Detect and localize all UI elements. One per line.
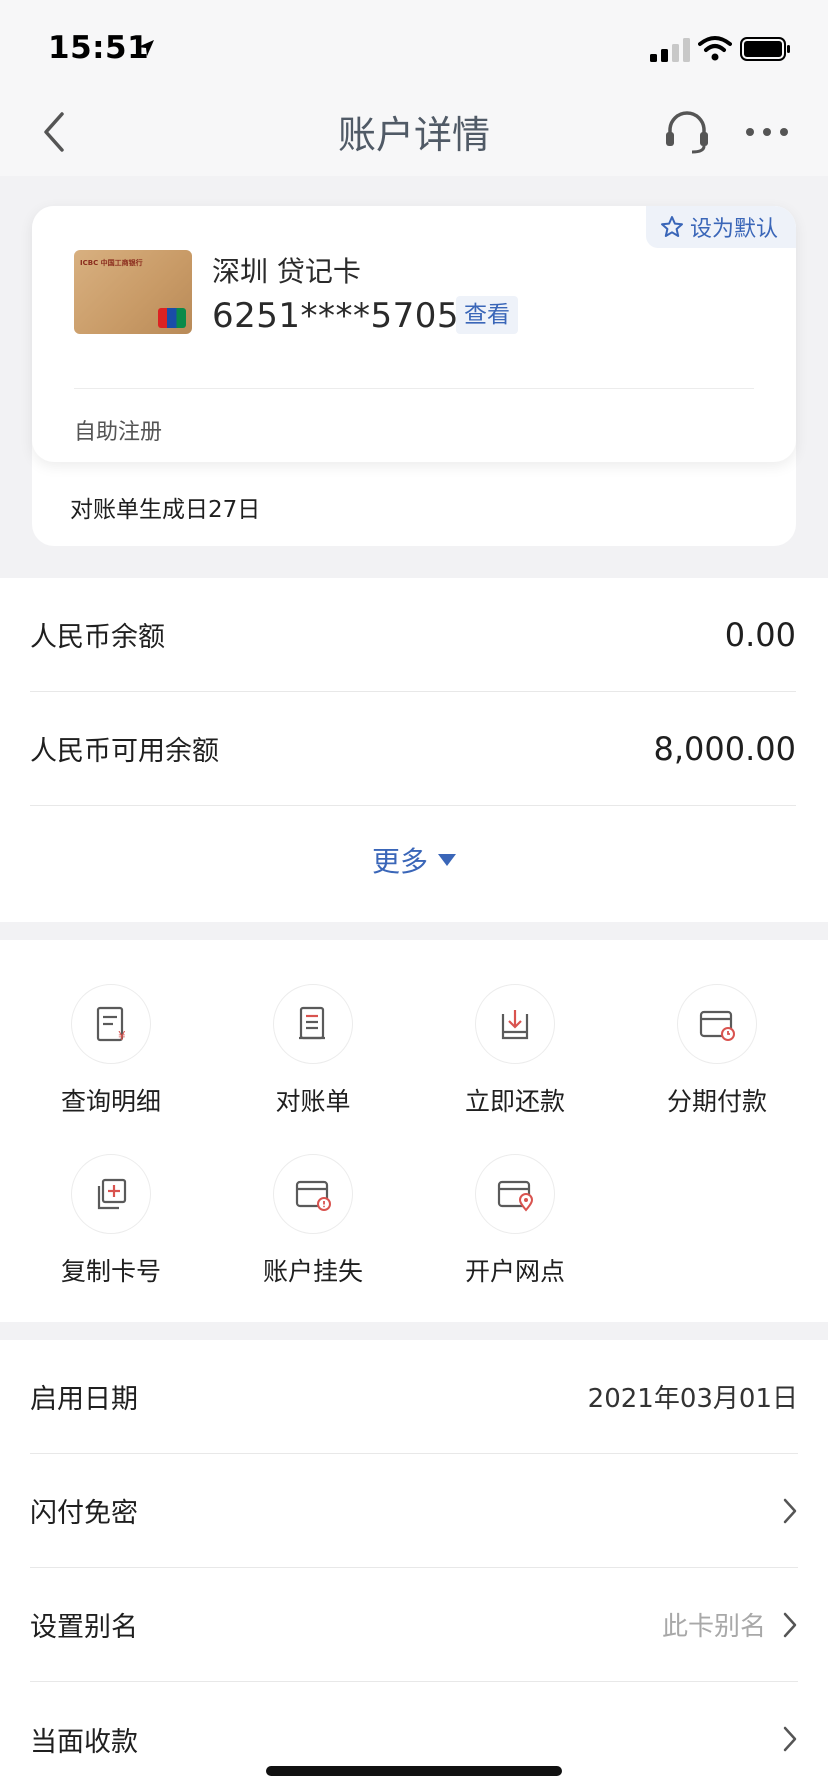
chevron-right-icon (783, 1612, 797, 1637)
balance-row-rmb: 人民币余额 0.00 (30, 578, 796, 692)
report-loss-icon (295, 1180, 331, 1211)
battery-icon (740, 37, 790, 61)
action-icon-circle (71, 1154, 151, 1234)
card-panel: 设为默认 ICBC 中国工商银行 深圳 贷记卡 6251****5705 查看 … (32, 206, 796, 546)
action-label: 开户网点 (464, 1257, 565, 1286)
more-label: 更多 (371, 845, 428, 878)
balance-amount: 0.00 (724, 615, 796, 654)
svg-text:¥: ¥ (118, 1029, 126, 1043)
action-icon-circle (475, 1154, 555, 1234)
cellular-signal-icon (650, 38, 690, 62)
card-summary: 设为默认 ICBC 中国工商银行 深圳 贷记卡 6251****5705 查看 … (32, 206, 796, 462)
set-default-label: 设为默认 (689, 217, 778, 242)
status-time: 15:51 (48, 30, 150, 66)
detail-query-icon: ¥ (96, 1006, 126, 1043)
account-info-list: 启用日期 2021年03月01日 闪付免密 设置别名 此卡别名 当面收款 (0, 1340, 828, 1792)
action-icon-circle (273, 984, 353, 1064)
unionpay-logo-icon (158, 308, 186, 328)
statement-icon (299, 1006, 325, 1040)
action-installment[interactable]: 分期付款 (616, 984, 818, 1118)
balance-label: 人民币余额 (30, 622, 165, 653)
info-label: 闪付免密 (30, 1498, 138, 1529)
star-outline-icon (660, 216, 683, 237)
alias-hint: 此卡别名 (661, 1612, 766, 1642)
view-card-number-button[interactable]: 查看 (456, 296, 518, 334)
info-row-activation-date: 启用日期 2021年03月01日 (30, 1340, 798, 1454)
action-label: 立即还款 (464, 1087, 565, 1116)
action-icon-circle (677, 984, 757, 1064)
chevron-right-icon (783, 1726, 797, 1752)
card-logo-text: ICBC 中国工商银行 (80, 259, 143, 267)
installment-icon (699, 1010, 735, 1041)
branch-location-icon (497, 1180, 534, 1212)
registration-type: 自助注册 (74, 420, 163, 445)
card-number: 6251****5705 (212, 296, 460, 336)
divider (74, 388, 754, 389)
set-default-button[interactable]: 设为默认 (645, 206, 796, 248)
info-row-alias[interactable]: 设置别名 此卡别名 (30, 1568, 798, 1682)
customer-service-headset-icon[interactable] (662, 110, 712, 156)
alias-right: 此卡别名 (662, 1606, 798, 1643)
action-label: 查询明细 (60, 1087, 161, 1116)
copy-icon (97, 1178, 127, 1210)
available-balance-amount: 8,000.00 (653, 729, 797, 768)
action-repay[interactable]: 立即还款 (414, 984, 616, 1118)
action-copy-card-number[interactable]: 复制卡号 (10, 1154, 212, 1288)
bank-card-image: ICBC 中国工商银行 (74, 250, 192, 334)
balance-row-available: 人民币可用余额 8,000.00 (30, 692, 796, 806)
info-label: 当面收款 (30, 1726, 138, 1758)
location-arrow-icon (138, 40, 154, 56)
more-options-icon[interactable] (744, 126, 790, 138)
action-label: 分期付款 (666, 1087, 767, 1116)
info-row-quickpass[interactable]: 闪付免密 (30, 1454, 798, 1568)
home-indicator[interactable] (266, 1766, 562, 1776)
statement-day: 对账单生成日27日 (70, 497, 261, 523)
available-balance-label: 人民币可用余额 (30, 736, 219, 767)
more-toggle[interactable]: 更多 (0, 840, 828, 880)
action-grid: ¥ 查询明细 对账单 立即还款 分期付款 复制卡号 账户挂失 开户网点 (0, 940, 828, 1322)
repay-icon (501, 1010, 529, 1040)
action-label: 复制卡号 (60, 1257, 161, 1286)
activation-date-value: 2021年03月01日 (587, 1384, 798, 1414)
card-name: 深圳 贷记卡 (212, 255, 361, 288)
action-icon-circle (273, 1154, 353, 1234)
action-label: 账户挂失 (262, 1257, 363, 1286)
balance-section: 人民币余额 0.00 人民币可用余额 8,000.00 更多 (0, 578, 828, 922)
triangle-down-icon (438, 854, 456, 866)
info-label: 启用日期 (30, 1384, 138, 1415)
chevron-right-icon (783, 1498, 797, 1523)
action-icon-circle (475, 984, 555, 1064)
info-label: 设置别名 (30, 1612, 138, 1643)
action-detail-query[interactable]: ¥ 查询明细 (10, 984, 212, 1118)
wifi-icon (698, 36, 732, 61)
action-report-loss[interactable]: 账户挂失 (212, 1154, 414, 1288)
action-icon-circle: ¥ (71, 984, 151, 1064)
action-label: 对账单 (275, 1087, 351, 1116)
action-statement[interactable]: 对账单 (212, 984, 414, 1118)
action-branch-location[interactable]: 开户网点 (414, 1154, 616, 1288)
header: 15:51 账户详情 (0, 0, 828, 176)
